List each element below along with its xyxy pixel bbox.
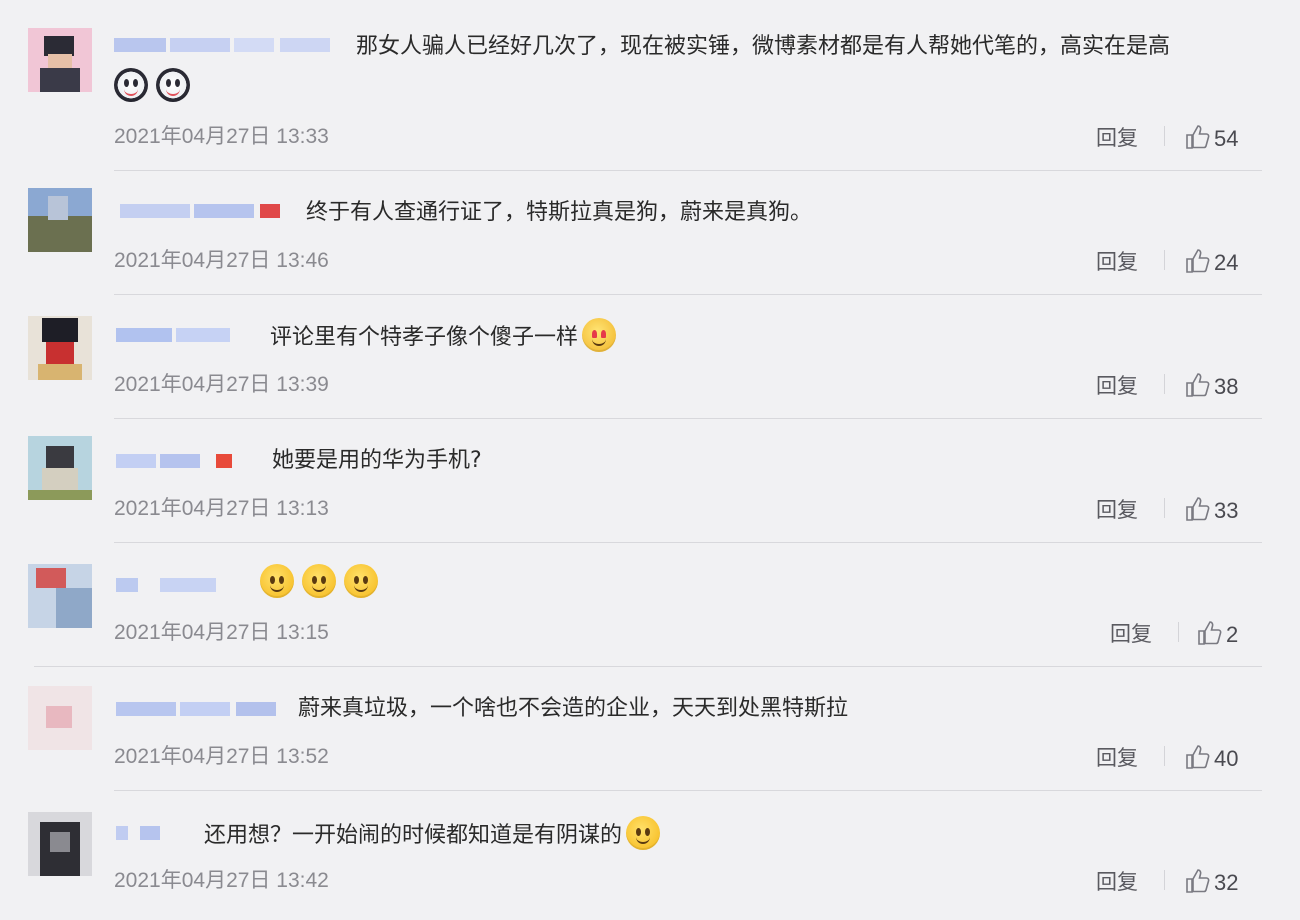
heart-eyes-emoji-icon: [582, 318, 617, 352]
separator: [1164, 498, 1165, 518]
divider: [114, 790, 1262, 791]
comment-item: 她要是用的华为手机? 2021年04月27日 13:13 回复 33: [0, 424, 1300, 548]
smile-emoji-icon: [626, 816, 661, 850]
comment-text-content: 终于有人查通行证了，特斯拉真是狗，蔚来是真狗。: [306, 200, 813, 225]
comment-date: 2021年04月27日 13:39: [114, 373, 329, 396]
like-count: 32: [1214, 870, 1239, 895]
separator: [1164, 746, 1165, 766]
reply-button[interactable]: 回复: [1096, 246, 1138, 276]
like-count: 33: [1214, 498, 1239, 523]
comment-date: 2021年04月27日 13:52: [114, 745, 329, 768]
thumbs-up-icon[interactable]: [1184, 496, 1210, 522]
separator: [1164, 870, 1165, 890]
comment-item: 终于有人查通行证了，特斯拉真是狗，蔚来是真狗。 2021年04月27日 13:4…: [0, 176, 1300, 300]
comment-text: 评论里有个特孝子像个傻子一样: [270, 318, 624, 355]
divider: [114, 294, 1262, 295]
divider: [114, 542, 1262, 543]
comment-date: 2021年04月27日 13:15: [114, 621, 329, 644]
comment-date: 2021年04月27日 13:46: [114, 249, 329, 272]
thinking-emoji-icon: [344, 564, 378, 598]
avatar[interactable]: [28, 188, 92, 252]
comment-item: 蔚来真垃圾，一个啥也不会造的企业，天天到处黑特斯拉 2021年04月27日 13…: [0, 672, 1300, 796]
reply-button[interactable]: 回复: [1096, 742, 1138, 772]
dog-emoji-icon: [156, 68, 190, 102]
thumbs-up-icon[interactable]: [1196, 620, 1222, 646]
thumbs-up-icon[interactable]: [1184, 248, 1210, 274]
comment-text-content: 还用想？一开始闹的时候都知道是有阴谋的: [204, 823, 623, 848]
comment-item: 评论里有个特孝子像个傻子一样 2021年04月27日 13:39 回复 38: [0, 300, 1300, 424]
like-count: 40: [1214, 746, 1239, 771]
like-count: 2: [1226, 622, 1239, 647]
comment-text: 蔚来真垃圾，一个啥也不会造的企业，天天到处黑特斯拉: [298, 692, 848, 726]
thumbs-up-icon[interactable]: [1184, 372, 1210, 398]
reply-button[interactable]: 回复: [1096, 494, 1138, 524]
divider: [114, 418, 1262, 419]
comment-item: 还用想？一开始闹的时候都知道是有阴谋的 2021年04月27日 13:42 回复…: [0, 796, 1300, 920]
reply-button[interactable]: 回复: [1096, 866, 1138, 896]
comment-text-content: 她要是用的华为手机?: [272, 448, 482, 473]
like-count: 54: [1214, 126, 1239, 151]
avatar[interactable]: [28, 812, 92, 876]
reply-button[interactable]: 回复: [1096, 370, 1138, 400]
separator: [1164, 374, 1165, 394]
thumbs-up-icon[interactable]: [1184, 744, 1210, 770]
comment-text: 还用想？一开始闹的时候都知道是有阴谋的: [204, 816, 668, 853]
comment-item: 那女人骗人已经好几次了，现在被实锤，微博素材都是有人帮她代笔的，高实在是高 20…: [0, 0, 1300, 171]
thinking-emoji-icon: [260, 564, 294, 598]
divider: [34, 666, 1262, 667]
avatar[interactable]: [28, 686, 92, 750]
comment-item: 2021年04月27日 13:15 回复 2: [0, 548, 1300, 672]
comment-date: 2021年04月27日 13:42: [114, 869, 329, 892]
comment-emoji-row: [114, 68, 198, 105]
avatar[interactable]: [28, 564, 92, 628]
avatar[interactable]: [28, 316, 92, 380]
comment-text: 她要是用的华为手机?: [272, 444, 482, 478]
divider: [114, 170, 1262, 171]
separator: [1164, 126, 1165, 146]
separator: [1164, 250, 1165, 270]
thumbs-up-icon[interactable]: [1184, 124, 1210, 150]
comment-text-content: 评论里有个特孝子像个傻子一样: [270, 325, 579, 350]
avatar[interactable]: [28, 436, 92, 500]
like-count: 38: [1214, 374, 1239, 399]
like-count: 24: [1214, 250, 1239, 275]
comment-text-content: 蔚来真垃圾，一个啥也不会造的企业，天天到处黑特斯拉: [298, 696, 849, 721]
reply-button[interactable]: 回复: [1110, 618, 1152, 648]
separator: [1178, 622, 1179, 642]
username-blurred[interactable]: [114, 34, 354, 56]
comment-date: 2021年04月27日 13:33: [114, 125, 329, 148]
comment-text: 那女人骗人已经好几次了，现在被实锤，微博素材都是有人帮她代笔的，高实在是高: [356, 30, 1170, 64]
comment-date: 2021年04月27日 13:13: [114, 497, 329, 520]
thumbs-up-icon[interactable]: [1184, 868, 1210, 894]
reply-button[interactable]: 回复: [1096, 122, 1138, 152]
comment-text: 终于有人查通行证了，特斯拉真是狗，蔚来是真狗。: [306, 196, 812, 230]
dog-emoji-icon: [114, 68, 148, 102]
avatar[interactable]: [28, 28, 92, 92]
comment-emoji-row: [260, 564, 386, 601]
comment-text-content: 那女人骗人已经好几次了，现在被实锤，微博素材都是有人帮她代笔的，高实在是高: [356, 34, 1171, 59]
thinking-emoji-icon: [302, 564, 336, 598]
